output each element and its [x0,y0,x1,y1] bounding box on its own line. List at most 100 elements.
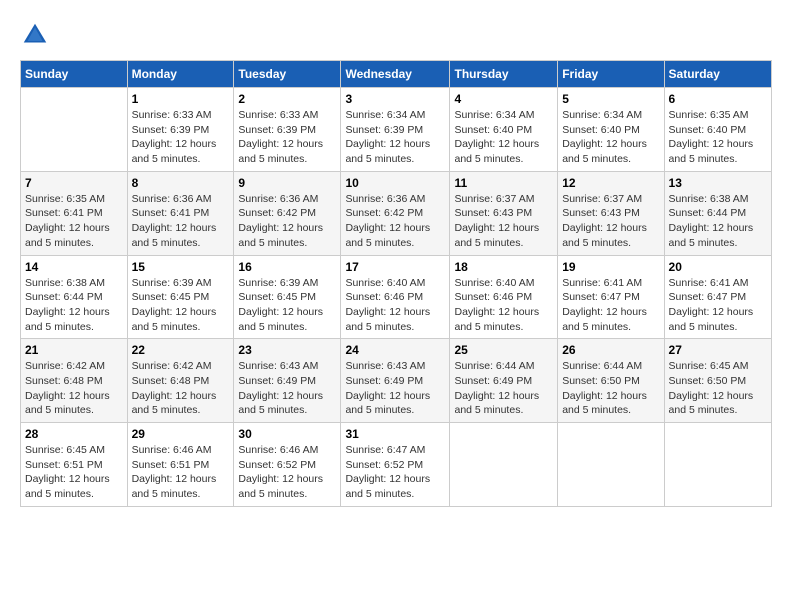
day-number: 9 [238,176,336,190]
calendar-cell: 7 Sunrise: 6:35 AM Sunset: 6:41 PM Daylig… [21,171,128,255]
day-number: 22 [132,343,230,357]
day-info: Sunrise: 6:40 AM Sunset: 6:46 PM Dayligh… [454,276,553,335]
day-number: 18 [454,260,553,274]
calendar-cell: 10Sunrise: 6:36 AM Sunset: 6:42 PM Dayli… [341,171,450,255]
day-number: 24 [345,343,445,357]
day-number: 17 [345,260,445,274]
calendar-table: SundayMondayTuesdayWednesdayThursdayFrid… [20,60,772,507]
calendar-week-row: 21 Sunrise: 6:42 AM Sunset: 6:48 PM Dayli… [21,339,772,423]
day-info: Sunrise: 6:37 AM Sunset: 6:43 PM Dayligh… [562,192,659,251]
calendar-cell: 17 Sunrise: 6:40 AM Sunset: 6:46 PM Dayli… [341,255,450,339]
day-info: Sunrise: 6:47 AM Sunset: 6:52 PM Dayligh… [345,443,445,502]
header-wednesday: Wednesday [341,61,450,88]
calendar-cell: 18 Sunrise: 6:40 AM Sunset: 6:46 PM Dayli… [450,255,558,339]
calendar-cell: 29 Sunrise: 6:46 AM Sunset: 6:51 PM Dayli… [127,423,234,507]
day-info: Sunrise: 6:41 AM Sunset: 6:47 PM Dayligh… [669,276,767,335]
day-info: Sunrise: 6:39 AM Sunset: 6:45 PM Dayligh… [132,276,230,335]
calendar-cell [664,423,771,507]
calendar-cell [21,88,128,172]
day-info: Sunrise: 6:34 AM Sunset: 6:39 PM Dayligh… [345,108,445,167]
day-number: 7 [25,176,123,190]
calendar-cell: 12 Sunrise: 6:37 AM Sunset: 6:43 PM Dayli… [558,171,664,255]
logo-icon [20,20,50,50]
day-info: Sunrise: 6:43 AM Sunset: 6:49 PM Dayligh… [238,359,336,418]
day-number: 21 [25,343,123,357]
day-info: Sunrise: 6:39 AM Sunset: 6:45 PM Dayligh… [238,276,336,335]
logo [20,20,54,50]
day-info: Sunrise: 6:33 AM Sunset: 6:39 PM Dayligh… [238,108,336,167]
day-number: 12 [562,176,659,190]
calendar-week-row: 7 Sunrise: 6:35 AM Sunset: 6:41 PM Daylig… [21,171,772,255]
calendar-cell: 5 Sunrise: 6:34 AM Sunset: 6:40 PM Daylig… [558,88,664,172]
day-number: 19 [562,260,659,274]
day-number: 20 [669,260,767,274]
calendar-cell: 14 Sunrise: 6:38 AM Sunset: 6:44 PM Dayli… [21,255,128,339]
day-number: 26 [562,343,659,357]
day-number: 3 [345,92,445,106]
day-number: 11 [454,176,553,190]
day-number: 23 [238,343,336,357]
calendar-week-row: 28 Sunrise: 6:45 AM Sunset: 6:51 PM Dayli… [21,423,772,507]
calendar-cell: 20 Sunrise: 6:41 AM Sunset: 6:47 PM Dayli… [664,255,771,339]
day-number: 31 [345,427,445,441]
calendar-cell: 21 Sunrise: 6:42 AM Sunset: 6:48 PM Dayli… [21,339,128,423]
day-info: Sunrise: 6:46 AM Sunset: 6:51 PM Dayligh… [132,443,230,502]
day-number: 30 [238,427,336,441]
header-saturday: Saturday [664,61,771,88]
day-number: 10 [345,176,445,190]
day-info: Sunrise: 6:37 AM Sunset: 6:43 PM Dayligh… [454,192,553,251]
calendar-week-row: 14 Sunrise: 6:38 AM Sunset: 6:44 PM Dayli… [21,255,772,339]
calendar-cell: 26 Sunrise: 6:44 AM Sunset: 6:50 PM Dayli… [558,339,664,423]
day-number: 29 [132,427,230,441]
calendar-cell: 24 Sunrise: 6:43 AM Sunset: 6:49 PM Dayli… [341,339,450,423]
calendar-cell: 30 Sunrise: 6:46 AM Sunset: 6:52 PM Dayli… [234,423,341,507]
day-info: Sunrise: 6:36 AM Sunset: 6:41 PM Dayligh… [132,192,230,251]
day-info: Sunrise: 6:41 AM Sunset: 6:47 PM Dayligh… [562,276,659,335]
day-number: 2 [238,92,336,106]
day-info: Sunrise: 6:40 AM Sunset: 6:46 PM Dayligh… [345,276,445,335]
header-monday: Monday [127,61,234,88]
calendar-cell: 16 Sunrise: 6:39 AM Sunset: 6:45 PM Dayli… [234,255,341,339]
day-info: Sunrise: 6:45 AM Sunset: 6:51 PM Dayligh… [25,443,123,502]
day-info: Sunrise: 6:42 AM Sunset: 6:48 PM Dayligh… [132,359,230,418]
day-info: Sunrise: 6:38 AM Sunset: 6:44 PM Dayligh… [669,192,767,251]
calendar-cell: 25Sunrise: 6:44 AM Sunset: 6:49 PM Dayli… [450,339,558,423]
calendar-cell: 23 Sunrise: 6:43 AM Sunset: 6:49 PM Dayli… [234,339,341,423]
day-number: 14 [25,260,123,274]
calendar-week-row: 1 Sunrise: 6:33 AM Sunset: 6:39 PM Daylig… [21,88,772,172]
day-number: 6 [669,92,767,106]
calendar-cell: 9Sunrise: 6:36 AM Sunset: 6:42 PM Daylig… [234,171,341,255]
calendar-cell [450,423,558,507]
day-info: Sunrise: 6:34 AM Sunset: 6:40 PM Dayligh… [562,108,659,167]
calendar-cell: 15 Sunrise: 6:39 AM Sunset: 6:45 PM Dayli… [127,255,234,339]
day-info: Sunrise: 6:33 AM Sunset: 6:39 PM Dayligh… [132,108,230,167]
calendar-cell: 22 Sunrise: 6:42 AM Sunset: 6:48 PM Dayli… [127,339,234,423]
header-thursday: Thursday [450,61,558,88]
day-info: Sunrise: 6:46 AM Sunset: 6:52 PM Dayligh… [238,443,336,502]
day-number: 28 [25,427,123,441]
day-number: 1 [132,92,230,106]
day-info: Sunrise: 6:38 AM Sunset: 6:44 PM Dayligh… [25,276,123,335]
day-info: Sunrise: 6:34 AM Sunset: 6:40 PM Dayligh… [454,108,553,167]
day-number: 27 [669,343,767,357]
calendar-cell: 19 Sunrise: 6:41 AM Sunset: 6:47 PM Dayli… [558,255,664,339]
calendar-cell: 8Sunrise: 6:36 AM Sunset: 6:41 PM Daylig… [127,171,234,255]
header-friday: Friday [558,61,664,88]
day-number: 4 [454,92,553,106]
day-number: 5 [562,92,659,106]
day-number: 15 [132,260,230,274]
day-number: 16 [238,260,336,274]
calendar-cell: 11 Sunrise: 6:37 AM Sunset: 6:43 PM Dayli… [450,171,558,255]
day-info: Sunrise: 6:35 AM Sunset: 6:41 PM Dayligh… [25,192,123,251]
calendar-cell: 3 Sunrise: 6:34 AM Sunset: 6:39 PM Daylig… [341,88,450,172]
day-info: Sunrise: 6:43 AM Sunset: 6:49 PM Dayligh… [345,359,445,418]
calendar-header-row: SundayMondayTuesdayWednesdayThursdayFrid… [21,61,772,88]
day-info: Sunrise: 6:42 AM Sunset: 6:48 PM Dayligh… [25,359,123,418]
header-sunday: Sunday [21,61,128,88]
calendar-cell: 1 Sunrise: 6:33 AM Sunset: 6:39 PM Daylig… [127,88,234,172]
page-header [20,20,772,50]
day-number: 25 [454,343,553,357]
calendar-cell: 6Sunrise: 6:35 AM Sunset: 6:40 PM Daylig… [664,88,771,172]
calendar-cell: 2 Sunrise: 6:33 AM Sunset: 6:39 PM Daylig… [234,88,341,172]
day-info: Sunrise: 6:44 AM Sunset: 6:50 PM Dayligh… [562,359,659,418]
